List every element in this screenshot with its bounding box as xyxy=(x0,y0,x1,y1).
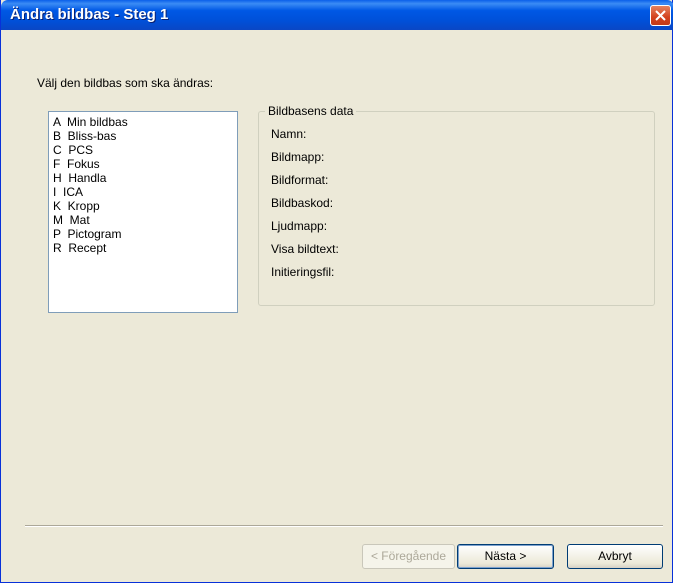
back-button[interactable]: < Föregående xyxy=(362,544,455,569)
list-item[interactable]: K Kropp xyxy=(53,199,237,213)
list-item[interactable]: C PCS xyxy=(53,143,237,157)
field-namn: Namn: xyxy=(271,127,307,141)
field-bildformat: Bildformat: xyxy=(271,173,329,187)
field-ljudmapp: Ljudmapp: xyxy=(271,219,328,233)
select-prompt: Välj den bildbas som ska ändras: xyxy=(37,76,214,90)
title-bar[interactable]: Ändra bildbas - Steg 1 xyxy=(1,0,673,30)
list-item[interactable]: B Bliss-bas xyxy=(53,129,237,143)
list-item[interactable]: A Min bildbas xyxy=(53,115,237,129)
list-item[interactable]: F Fokus xyxy=(53,157,237,171)
bottom-separator xyxy=(25,525,663,527)
close-button[interactable] xyxy=(650,5,671,26)
window-title: Ändra bildbas - Steg 1 xyxy=(10,6,169,23)
close-icon xyxy=(655,10,666,21)
dialog-window: Ändra bildbas - Steg 1 Välj den bildbas … xyxy=(0,0,673,583)
list-item[interactable]: R Recept xyxy=(53,241,237,255)
field-bildmapp: Bildmapp: xyxy=(271,150,325,164)
next-button[interactable]: Nästa > xyxy=(457,544,554,569)
bildbas-listbox[interactable]: A Min bildbas B Bliss-bas C PCS F Fokus … xyxy=(48,111,238,313)
field-visa-bildtext: Visa bildtext: xyxy=(271,242,339,256)
cancel-button[interactable]: Avbryt xyxy=(567,544,663,569)
list-item[interactable]: H Handla xyxy=(53,171,237,185)
list-item[interactable]: M Mat xyxy=(53,213,237,227)
field-bildbaskod: Bildbaskod: xyxy=(271,196,334,210)
list-item[interactable]: P Pictogram xyxy=(53,227,237,241)
list-item[interactable]: I ICA xyxy=(53,185,237,199)
field-initieringsfil: Initieringsfil: xyxy=(271,265,335,279)
details-group-title: Bildbasens data xyxy=(265,104,357,118)
